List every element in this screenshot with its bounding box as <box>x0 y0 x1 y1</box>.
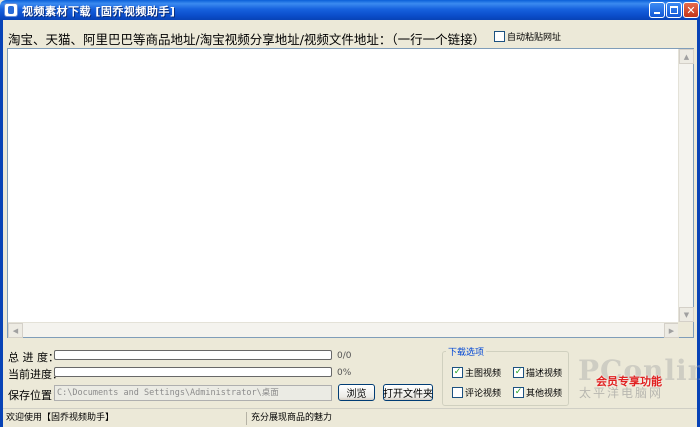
title-bar[interactable]: 视频素材下载 [固乔视频助手] ✕ <box>0 0 700 20</box>
option-label: 其他视频 <box>526 389 563 399</box>
horizontal-scrollbar[interactable]: ◀ ▶ <box>8 322 679 338</box>
option-review-video[interactable]: 评论视频 <box>452 386 501 399</box>
status-right: 充分展现商品的魅力 <box>251 413 333 423</box>
close-icon: ✕ <box>686 3 696 17</box>
vertical-scrollbar[interactable]: ▲ ▼ <box>678 49 694 322</box>
url-input[interactable] <box>8 49 679 322</box>
current-progress-bar <box>54 367 332 377</box>
open-folder-button[interactable]: 打开文件夹 <box>383 384 433 401</box>
option-check[interactable]: ✓ <box>452 367 463 378</box>
save-path-field[interactable]: C:\Documents and Settings\Administrator\… <box>54 385 332 401</box>
status-left: 欢迎使用【固乔视频助手】 <box>6 413 115 423</box>
app-icon[interactable] <box>4 3 18 17</box>
window-frame-left <box>0 20 3 427</box>
option-label: 评论视频 <box>465 389 502 399</box>
url-instruction: 淘宝、天猫、阿里巴巴等商品地址/淘宝视频分享地址/视频文件地址：（一行一个链接） <box>8 32 486 47</box>
scroll-down-icon[interactable]: ▼ <box>679 307 694 322</box>
auto-paste-checkbox[interactable]: 自动粘贴网址 <box>494 30 561 43</box>
scroll-right-icon[interactable]: ▶ <box>664 323 679 338</box>
status-bar: 欢迎使用【固乔视频助手】 充分展现商品的魅力 <box>3 408 697 427</box>
auto-paste-label: 自动粘贴网址 <box>507 33 562 43</box>
option-description-video[interactable]: ✓ 描述视频 <box>513 366 562 379</box>
option-other-video[interactable]: ✓ 其他视频 <box>513 386 562 399</box>
maximize-button[interactable] <box>666 2 682 18</box>
minimize-icon <box>654 12 660 14</box>
maximize-icon <box>670 6 678 14</box>
window-title: 视频素材下载 [固乔视频助手] <box>22 5 176 18</box>
minimize-button[interactable] <box>649 2 665 18</box>
total-progress-text: 0/0 <box>337 351 352 361</box>
browse-button[interactable]: 浏览 <box>338 384 375 401</box>
option-check[interactable] <box>452 387 463 398</box>
option-check[interactable]: ✓ <box>513 367 524 378</box>
total-progress-bar <box>54 350 332 360</box>
scroll-left-icon[interactable]: ◀ <box>8 323 23 338</box>
download-options-legend: 下载选项 <box>446 345 487 358</box>
scroll-corner <box>678 322 693 337</box>
scroll-up-icon[interactable]: ▲ <box>679 49 694 64</box>
option-check[interactable]: ✓ <box>513 387 524 398</box>
current-progress-text: 0% <box>337 368 352 378</box>
url-input-area: ▲ ▼ ◀ ▶ <box>7 48 694 338</box>
status-divider <box>246 412 247 425</box>
option-label: 主图视频 <box>465 369 502 379</box>
vip-feature-link[interactable]: 会员专享功能 <box>596 373 662 389</box>
option-main-video[interactable]: ✓ 主图视频 <box>452 366 501 379</box>
close-button[interactable]: ✕ <box>683 2 699 18</box>
total-progress-label: 总 进 度： <box>8 351 59 364</box>
auto-paste-check[interactable] <box>494 31 505 42</box>
option-label: 描述视频 <box>526 369 563 379</box>
